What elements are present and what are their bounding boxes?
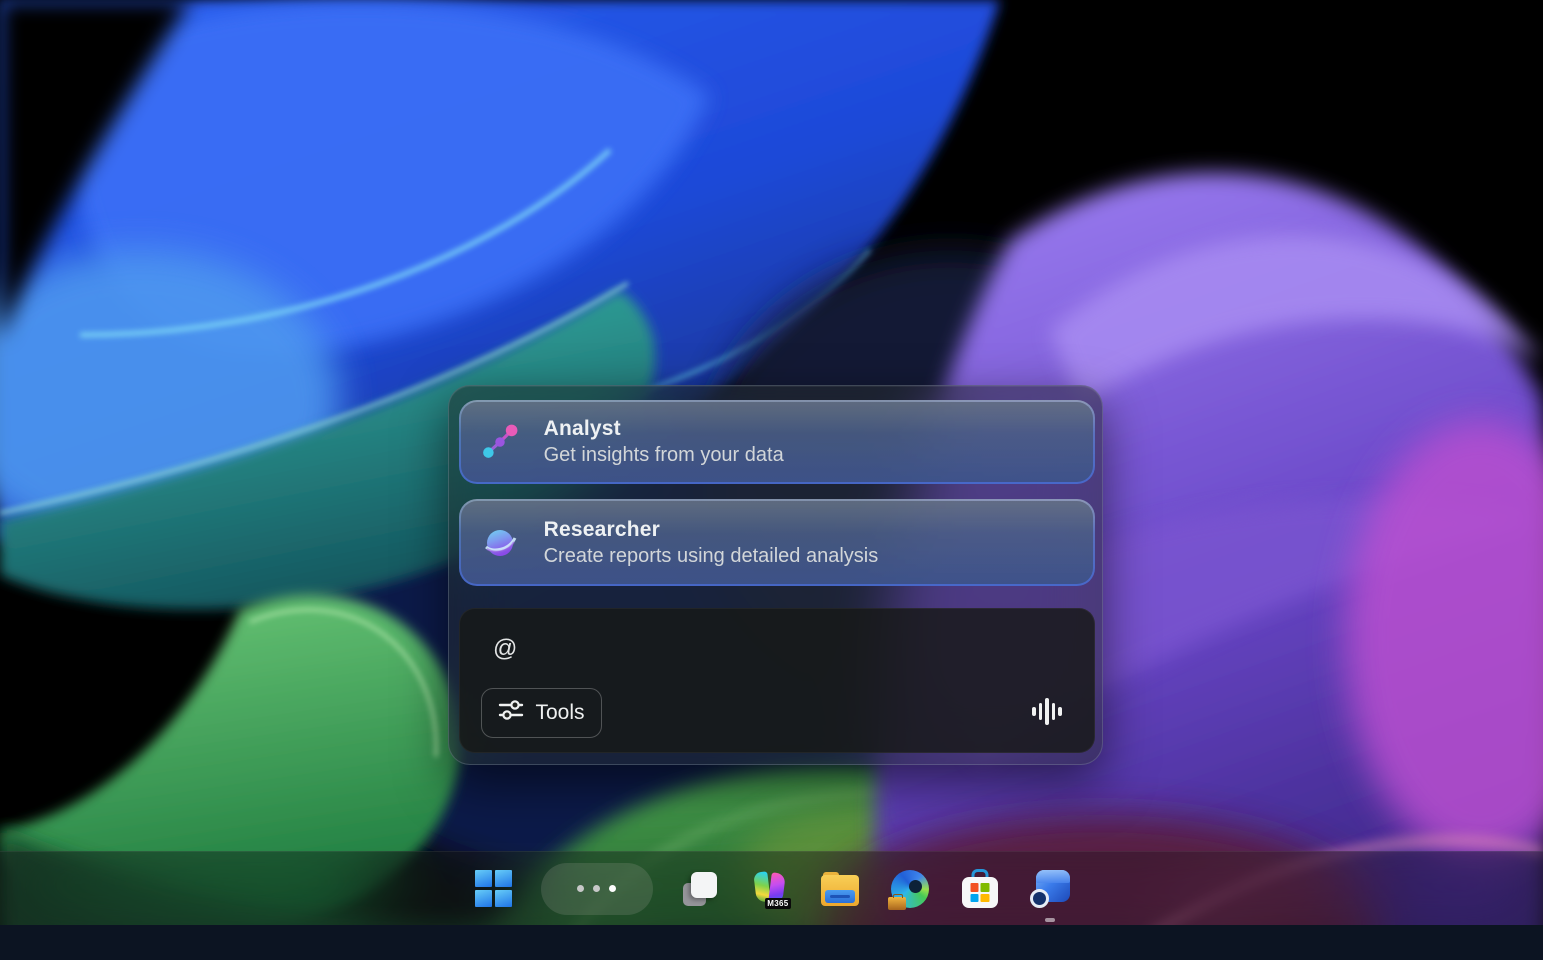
file-explorer-button[interactable] (820, 869, 860, 909)
copilot-prompt-input[interactable]: @ Tools (459, 608, 1095, 753)
edge-button[interactable] (890, 869, 930, 909)
analyst-scatter-icon (481, 423, 519, 461)
ellipsis-dot (609, 885, 616, 892)
edge-icon (891, 870, 929, 908)
ellipsis-dot (577, 885, 584, 892)
agent-card-researcher[interactable]: Researcher Create reports using detailed… (459, 499, 1095, 586)
agent-title: Researcher (544, 518, 879, 542)
store-icon (962, 869, 998, 908)
bottom-strip (0, 925, 1543, 960)
agent-title: Analyst (544, 417, 784, 441)
mention-symbol: @ (493, 635, 517, 663)
taskbar: M365 (0, 851, 1543, 925)
running-app-indicator (1045, 918, 1055, 922)
store-button[interactable] (960, 869, 1000, 909)
start-button[interactable] (474, 869, 514, 909)
outlook-icon (1030, 870, 1070, 908)
tools-button[interactable]: Tools (481, 688, 602, 738)
voice-waveform-icon[interactable] (1032, 695, 1062, 727)
agent-card-analyst[interactable]: Analyst Get insights from your data (459, 400, 1095, 484)
desktop: Analyst Get insights from your data (0, 0, 1543, 960)
outlook-button[interactable] (1030, 869, 1070, 909)
taskbar-more-pill[interactable] (541, 863, 653, 915)
task-view-icon (683, 872, 717, 906)
windows-start-icon (475, 870, 512, 907)
copilot-agent-panel: Analyst Get insights from your data (448, 385, 1103, 765)
m365-badge: M365 (765, 898, 790, 909)
file-explorer-icon (821, 872, 859, 906)
briefcase-badge-icon (888, 897, 906, 910)
agent-description: Get insights from your data (544, 444, 784, 467)
m365-copilot-icon: M365 (750, 869, 790, 909)
sliders-icon (498, 699, 524, 727)
task-view-button[interactable] (680, 869, 720, 909)
m365-copilot-button[interactable]: M365 (750, 869, 790, 909)
agent-description: Create reports using detailed analysis (544, 545, 879, 568)
researcher-planet-icon (481, 524, 519, 562)
ellipsis-dot (593, 885, 600, 892)
tools-button-label: Tools (535, 701, 584, 725)
